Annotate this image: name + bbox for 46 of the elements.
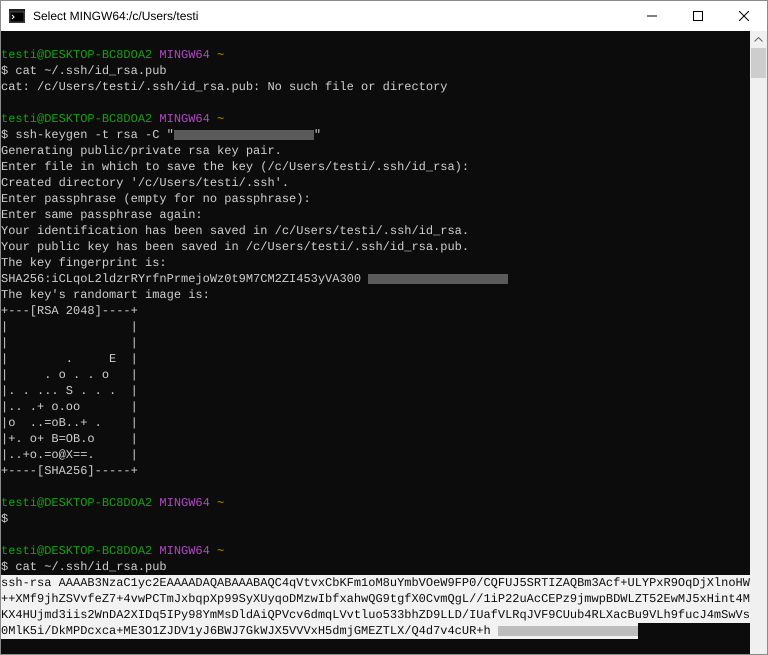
terminal-line: $ — [1, 511, 8, 527]
terminal-line: Generating public/private rsa key pair. — [1, 143, 282, 159]
prompt-path: ~ — [217, 495, 224, 511]
terminal-line: | . o . . o | — [1, 367, 138, 383]
terminal-line: SHA256:iCLqoL2ldzrRYrfnPrmejoWz0t9M7CM2ZI453yVA300 — [1, 271, 362, 287]
console-icon — [9, 9, 25, 23]
prompt-path: ~ — [217, 47, 224, 63]
prompt-shell: MINGW64 — [159, 495, 210, 511]
prompt-shell: MINGW64 — [159, 543, 210, 559]
terminal-line: |+. o+ B=OB.o | — [1, 431, 138, 447]
scrollbar[interactable] — [750, 31, 767, 654]
terminal-line: Created directory '/c/Users/testi/.ssh'. — [1, 175, 290, 191]
prompt-path: ~ — [217, 111, 224, 127]
prompt-user-host: testi@DESKTOP-BC8DOA2 — [1, 543, 152, 559]
prompt-shell: MINGW64 — [159, 47, 210, 63]
terminal-line: |.. .+ o.oo | — [1, 399, 138, 415]
terminal-line: Your identification has been saved in /c/Users/testi/.ssh/id_rsa. — [1, 223, 470, 239]
terminal-line: |. . ... S . . . | — [1, 383, 138, 399]
terminal-line: $ cat ~/.ssh/id_rsa.pub — [1, 559, 167, 575]
terminal-line: Your public key has been saved in /c/Users/testi/.ssh/id_rsa.pub. — [1, 239, 470, 255]
terminal-line: | | — [1, 319, 138, 335]
terminal-line: | | — [1, 335, 138, 351]
prompt-user-host: testi@DESKTOP-BC8DOA2 — [1, 47, 152, 63]
terminal-line: The key's randomart image is: — [1, 287, 210, 303]
terminal-line: " — [314, 127, 322, 143]
prompt-path: ~ — [217, 543, 224, 559]
terminal-line: $ ssh-keygen -t rsa -C " — [1, 127, 174, 143]
terminal-line: cat: /c/Users/testi/.ssh/id_rsa.pub: No such file or directory — [1, 79, 448, 95]
terminal-line: | . E | — [1, 351, 138, 367]
prompt-shell: MINGW64 — [159, 111, 210, 127]
terminal-line: |..+o.=o@X==. | — [1, 447, 138, 463]
close-icon — [739, 11, 749, 21]
terminal-line: +----[SHA256]-----+ — [1, 463, 138, 479]
window-title: Select MINGW64:/c/Users/testi — [33, 8, 198, 25]
prompt-user-host: testi@DESKTOP-BC8DOA2 — [1, 111, 152, 127]
scrollbar-thumb[interactable] — [751, 48, 766, 78]
terminal-line: The key fingerprint is: — [1, 255, 167, 271]
prompt-user-host: testi@DESKTOP-BC8DOA2 — [1, 495, 152, 511]
terminal-line: Enter file in which to save the key (/c/Users/testi/.ssh/id_rsa): — [1, 159, 470, 175]
scroll-up-icon[interactable] — [754, 37, 763, 42]
terminal-line: Enter passphrase (empty for no passphrase): — [1, 191, 311, 207]
maximize-icon — [693, 11, 703, 21]
terminal-line: $ cat ~/.ssh/id_rsa.pub — [1, 63, 167, 79]
terminal-line: |o ..=oB..+ . | — [1, 415, 138, 431]
terminal-line: +---[RSA 2048]----+ — [1, 303, 138, 319]
terminal-line: Enter same passphrase again: — [1, 207, 203, 223]
